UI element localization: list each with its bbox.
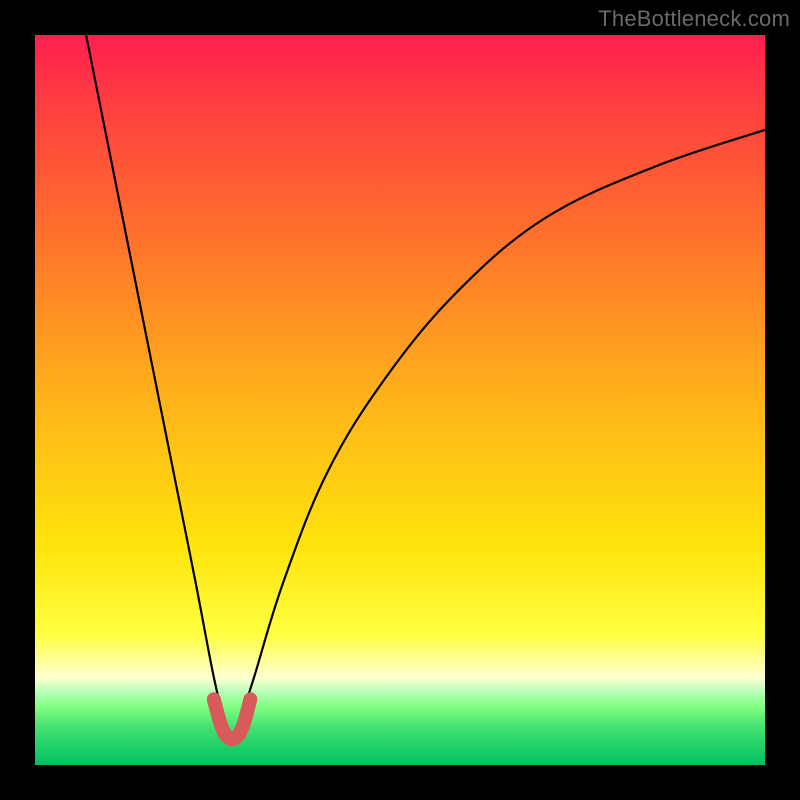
chart-frame: TheBottleneck.com: [0, 0, 800, 800]
plot-area: [35, 35, 765, 765]
highlight-valley: [214, 699, 251, 739]
bottleneck-curve: [86, 35, 765, 736]
watermark-text: TheBottleneck.com: [598, 6, 790, 32]
curve-layer: [35, 35, 765, 765]
